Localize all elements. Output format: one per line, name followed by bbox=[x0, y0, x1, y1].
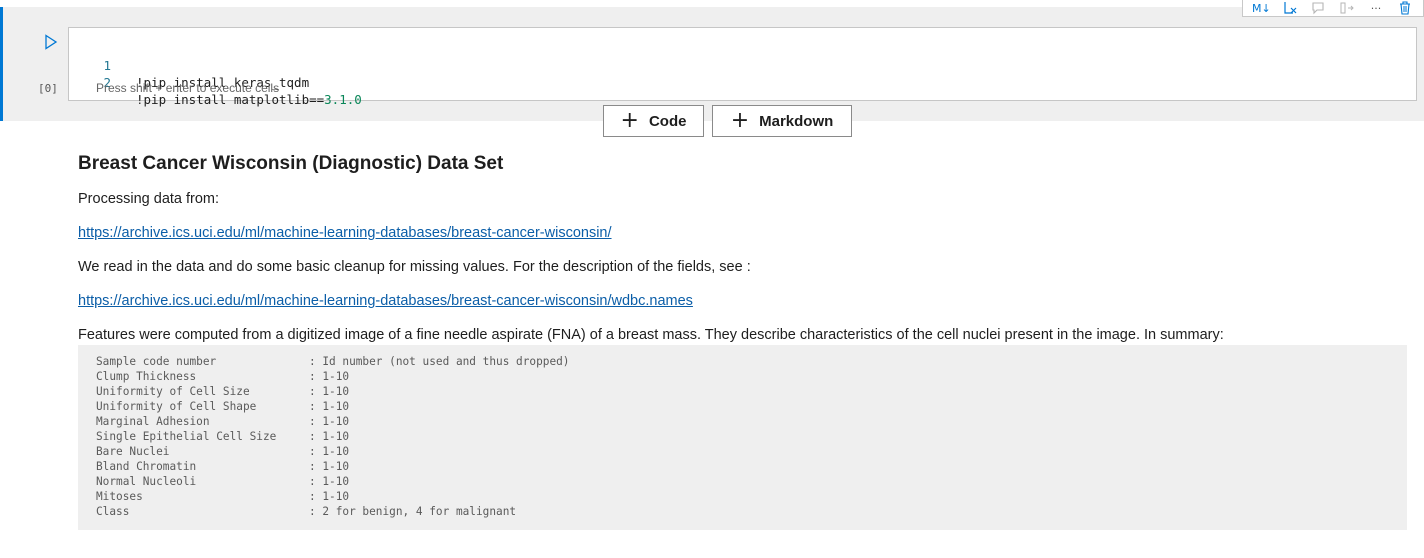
plus-icon: + bbox=[620, 108, 639, 133]
field-row: Normal Nucleoli : 1-10 bbox=[96, 474, 1407, 489]
field-name: Class bbox=[96, 505, 130, 518]
field-value: : 1-10 bbox=[309, 415, 350, 428]
field-name: Normal Nucleoli bbox=[96, 475, 197, 488]
field-value: : 1-10 bbox=[309, 460, 350, 473]
play-icon bbox=[45, 34, 58, 50]
dataset-link[interactable]: https://archive.ics.uci.edu/ml/machine-l… bbox=[78, 225, 612, 241]
field-value: : Id number (not used and thus dropped) bbox=[309, 355, 570, 368]
code-line: 2 !pip install matplotlib==3.1.0 bbox=[69, 57, 361, 107]
split-cell-icon[interactable] bbox=[1338, 1, 1356, 15]
delete-cell-icon[interactable] bbox=[1396, 1, 1414, 15]
markdown-paragraph: We read in the data and do some basic cl… bbox=[78, 259, 751, 275]
field-row: Sample code number : Id number (not used … bbox=[96, 354, 1407, 369]
field-row: Uniformity of Cell Shape : 1-10 bbox=[96, 399, 1407, 414]
field-value: : 1-10 bbox=[309, 475, 350, 488]
field-value: : 1-10 bbox=[309, 430, 350, 443]
field-row: Marginal Adhesion : 1-10 bbox=[96, 414, 1407, 429]
field-name: Single Epithelial Cell Size bbox=[96, 430, 277, 443]
field-description-link[interactable]: https://archive.ics.uci.edu/ml/machine-l… bbox=[78, 293, 693, 309]
code-editor[interactable]: 1 !pip install keras_tqdm 2 !pip install… bbox=[68, 27, 1417, 107]
plus-icon: + bbox=[730, 108, 750, 133]
execute-hint: Press shift + enter to execute cells bbox=[96, 81, 280, 95]
add-code-button[interactable]: + Code bbox=[603, 105, 704, 137]
markdown-toggle-icon[interactable]: M↓ bbox=[1252, 1, 1271, 15]
add-markdown-label: Markdown bbox=[759, 112, 834, 130]
field-row: Bare Nuclei : 1-10 bbox=[96, 444, 1407, 459]
add-markdown-button[interactable]: + Markdown bbox=[712, 105, 852, 137]
field-name: Uniformity of Cell Size bbox=[96, 385, 250, 398]
markdown-paragraph: Features were computed from a digitized … bbox=[78, 327, 1224, 343]
markdown-paragraph: Processing data from: bbox=[78, 191, 220, 207]
field-name: Uniformity of Cell Shape bbox=[96, 400, 257, 413]
add-code-label: Code bbox=[648, 112, 687, 130]
field-summary-block: Sample code number : Id number (not used … bbox=[78, 345, 1407, 530]
field-value: : 1-10 bbox=[309, 490, 350, 503]
field-row: Uniformity of Cell Size : 1-10 bbox=[96, 384, 1407, 399]
markdown-heading: Breast Cancer Wisconsin (Diagnostic) Dat… bbox=[78, 153, 504, 174]
active-cell-indicator bbox=[0, 7, 3, 121]
clear-output-icon[interactable] bbox=[1281, 1, 1299, 15]
field-name: Sample code number bbox=[96, 355, 217, 368]
field-row: Class : 2 for benign, 4 for malignant bbox=[96, 504, 1407, 519]
code-line: 1 !pip install keras_tqdm bbox=[69, 40, 309, 90]
more-actions-icon[interactable]: ··· bbox=[1367, 1, 1385, 15]
field-name: Marginal Adhesion bbox=[96, 415, 210, 428]
field-name: Bland Chromatin bbox=[96, 460, 197, 473]
execution-count: [0] bbox=[38, 82, 58, 95]
field-row: Clump Thickness : 1-10 bbox=[96, 369, 1407, 384]
field-name: Mitoses bbox=[96, 490, 143, 503]
field-row: Single Epithelial Cell Size : 1-10 bbox=[96, 429, 1407, 444]
field-value: : 1-10 bbox=[309, 400, 350, 413]
field-row: Bland Chromatin : 1-10 bbox=[96, 459, 1407, 474]
run-cell-button[interactable] bbox=[42, 33, 60, 51]
field-name: Bare Nuclei bbox=[96, 445, 170, 458]
cell-toolbar: M↓ ··· bbox=[1242, 0, 1424, 17]
field-value: : 1-10 bbox=[309, 385, 350, 398]
field-name: Clump Thickness bbox=[96, 370, 197, 383]
field-value: : 1-10 bbox=[309, 445, 350, 458]
field-value: : 1-10 bbox=[309, 370, 350, 383]
field-row: Mitoses : 1-10 bbox=[96, 489, 1407, 504]
add-comment-icon[interactable] bbox=[1310, 1, 1328, 15]
field-value: : 2 for benign, 4 for malignant bbox=[309, 505, 517, 518]
